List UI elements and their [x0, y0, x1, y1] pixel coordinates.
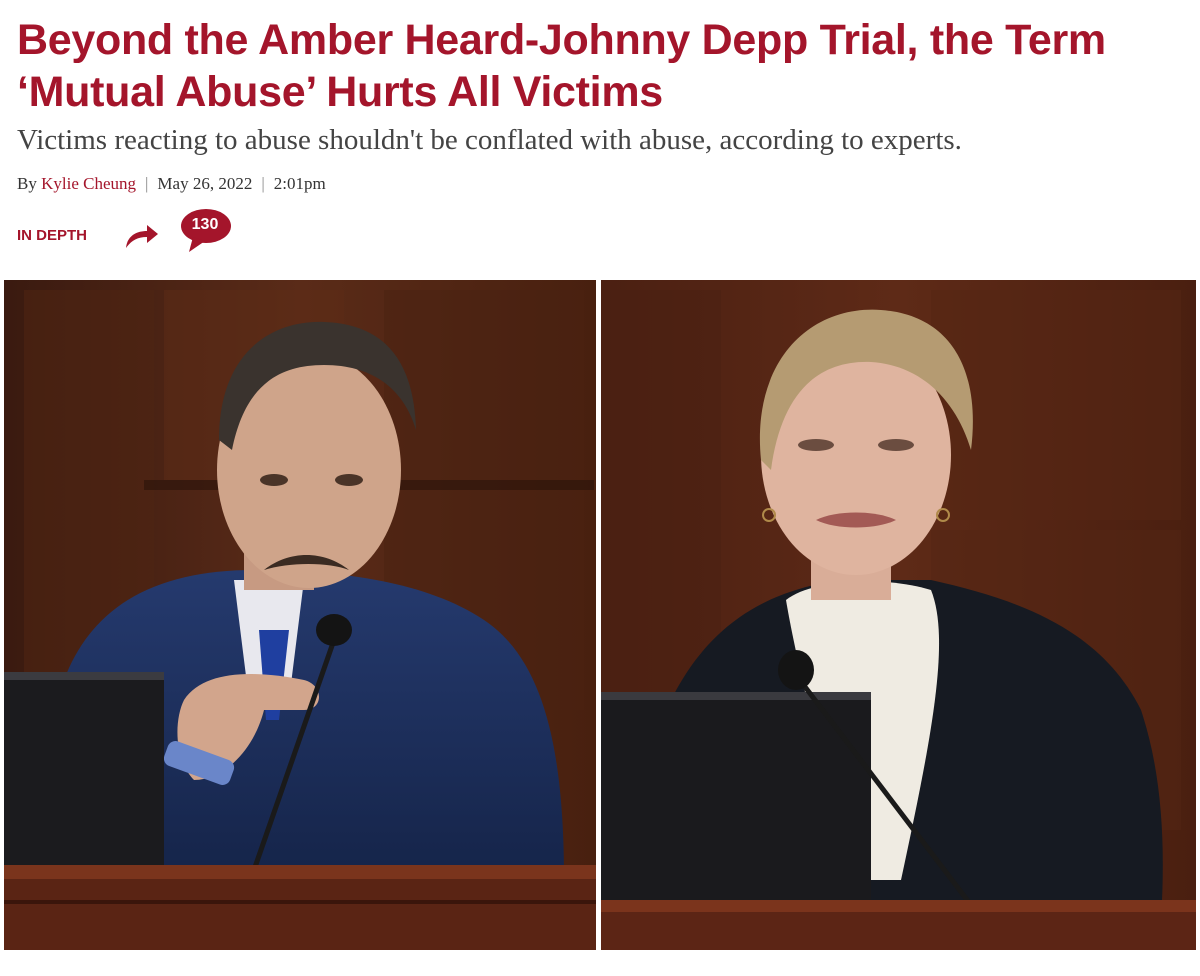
author-link[interactable]: Kylie Cheung — [41, 174, 136, 193]
dek-subtitle: Victims reacting to abuse shouldn't be c… — [17, 124, 962, 156]
byline-prefix: By — [17, 174, 37, 193]
photo-left-witness — [4, 280, 596, 950]
comment-count[interactable]: 130 — [179, 215, 231, 235]
article-meta-row: IN DEPTH 130 — [17, 208, 417, 258]
article-header: Beyond the Amber Heard-Johnny Depp Trial… — [0, 0, 1200, 976]
category-tag[interactable]: IN DEPTH — [17, 226, 87, 246]
byline-separator: | — [145, 174, 149, 193]
publish-time: 2:01pm — [273, 174, 326, 193]
byline-separator: | — [261, 174, 265, 193]
photo-right-witness — [601, 280, 1196, 950]
share-arrow-icon[interactable] — [123, 222, 161, 250]
publish-date: May 26, 2022 — [157, 174, 253, 193]
headline: Beyond the Amber Heard-Johnny Depp Trial… — [17, 16, 1106, 116]
byline: By Kylie Cheung | May 26, 2022 | 2:01pm — [17, 172, 326, 196]
